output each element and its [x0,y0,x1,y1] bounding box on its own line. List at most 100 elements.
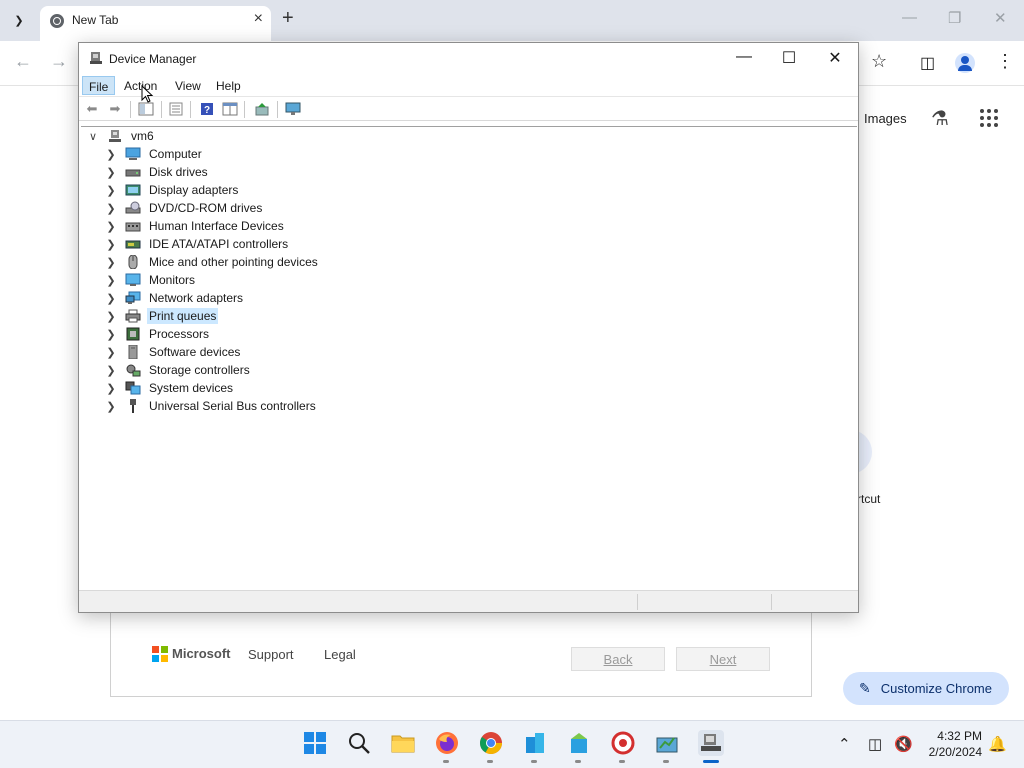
toolbar-update-driver-icon[interactable] [253,101,271,117]
dm-titlebar[interactable]: Device Manager — ☐ ✕ [79,43,858,74]
bookmark-star-icon[interactable]: ☆ [871,51,887,72]
tree-item-label-selected: Print queues [147,308,219,324]
expand-chevron-icon[interactable]: ❯ [105,202,117,215]
pencil-icon: ✎ [859,680,871,696]
taskbar-clock[interactable]: 4:32 PM 2/20/2024 [920,728,982,760]
expand-chevron-icon[interactable]: ❯ [105,256,117,269]
browser-minimize-button[interactable]: — [902,9,917,26]
expand-chevron-icon[interactable]: ❯ [105,184,117,197]
file-explorer-icon[interactable] [390,730,416,756]
apps-grid-icon[interactable] [980,109,998,127]
toolbar-scan-hardware-icon[interactable] [284,101,302,117]
expand-chevron-icon[interactable]: ❯ [105,382,117,395]
dm-close-button[interactable]: ✕ [820,48,850,68]
system-device-icon [125,381,141,395]
dm-maximize-button[interactable]: ☐ [774,48,804,68]
toolbar-action-pane-icon[interactable] [221,101,239,117]
support-link[interactable]: Support [248,647,294,662]
toolbar-help-icon[interactable]: ? [198,101,216,117]
tree-item-storage-controllers[interactable]: ❯ Storage controllers [105,361,252,379]
collapse-chevron-icon[interactable]: ∨ [87,130,99,143]
menu-kebab-icon[interactable]: ⋮ [996,51,1014,72]
tree-item-software-devices[interactable]: ❯ Software devices [105,343,242,361]
expand-chevron-icon[interactable]: ❯ [105,238,117,251]
tree-item-label: Software devices [149,345,241,359]
dm-status-bar [79,590,858,612]
hid-keyboard-icon [125,219,141,233]
toolbar-properties-icon[interactable] [167,101,185,117]
profile-avatar-icon[interactable] [955,53,975,73]
expand-chevron-icon[interactable]: ❯ [105,148,117,161]
tree-item-display-adapters[interactable]: ❯ Display adapters [105,181,240,199]
device-manager-app-icon [90,52,102,64]
expand-chevron-icon[interactable]: ❯ [105,220,117,233]
browser-close-button[interactable]: ✕ [994,9,1007,27]
tree-item-processors[interactable]: ❯ Processors [105,325,211,343]
volume-muted-icon[interactable]: 🔇 [894,735,913,753]
menu-file[interactable]: File [82,76,116,95]
chrome-icon[interactable] [478,730,504,756]
tree-item-dvd-drives[interactable]: ❯ DVD/CD-ROM drives [105,199,264,217]
expand-chevron-icon[interactable]: ❯ [105,328,117,341]
back-button[interactable]: Back [571,647,665,671]
tree-root-label: vm6 [131,129,154,143]
tree-item-label: Display adapters [149,183,239,197]
customize-chrome-button[interactable]: ✎ Customize Chrome [843,672,1009,705]
back-arrow-icon[interactable]: ← [14,51,32,72]
close-tab-icon[interactable]: × [254,10,263,28]
expand-chevron-icon[interactable]: ❯ [105,292,117,305]
expand-chevron-icon[interactable]: ❯ [105,166,117,179]
expand-chevron-icon[interactable]: ❯ [105,274,117,287]
menu-view[interactable]: View [169,76,207,95]
tree-item-computer[interactable]: ❯ Computer [105,145,204,163]
app-red-circle-indicator [619,760,625,763]
printer-icon [125,309,141,323]
app-blue-cubes-icon[interactable] [522,730,548,756]
tree-item-hid[interactable]: ❯ Human Interface Devices [105,217,286,235]
tree-item-label: Universal Serial Bus controllers [149,399,316,413]
device-manager-taskbar-icon[interactable] [698,730,724,756]
search-icon[interactable] [346,730,372,756]
tree-item-monitors[interactable]: ❯ Monitors [105,271,197,289]
tree-item-network-adapters[interactable]: ❯ Network adapters [105,289,245,307]
tab-new-tab[interactable]: New Tab × [40,6,271,41]
toolbar-forward-icon[interactable]: ➡ [106,101,124,117]
forward-arrow-icon[interactable]: → [50,51,68,72]
images-link[interactable]: Images [864,111,907,126]
app-green-blue-icon[interactable] [566,730,592,756]
tree-item-ide-controllers[interactable]: ❯ IDE ATA/ATAPI controllers [105,235,290,253]
new-tab-button[interactable]: + [282,7,294,30]
dm-menubar: File Action View Help [79,74,858,96]
tab-title: New Tab [72,13,119,27]
legal-link[interactable]: Legal [324,647,356,662]
tree-item-usb-controllers[interactable]: ❯ Universal Serial Bus controllers [105,397,318,415]
expand-chevron-icon[interactable]: ❯ [105,400,117,413]
tree-root-row[interactable]: ∨ vm6 [87,127,156,145]
menu-help[interactable]: Help [210,76,247,95]
tree-item-label: System devices [149,381,234,395]
show-hidden-icons-chevron-icon[interactable]: ⌃ [838,735,851,753]
expand-chevron-icon[interactable]: ❯ [105,364,117,377]
toolbar-back-icon[interactable]: ⬅ [83,101,101,117]
browser-restore-button[interactable]: ❐ [948,9,961,27]
app-monitor-chart-icon[interactable] [654,730,680,756]
tree-item-print-queues[interactable]: ❯ Print queues [105,307,219,325]
tab-search-button[interactable]: ❯ [6,8,32,32]
tree-item-disk-drives[interactable]: ❯ Disk drives [105,163,210,181]
computer-root-icon [107,129,123,143]
expand-chevron-icon[interactable]: ❯ [105,310,117,323]
chrome-favicon-icon [50,14,64,28]
tree-item-system-devices[interactable]: ❯ System devices [105,379,235,397]
expand-chevron-icon[interactable]: ❯ [105,346,117,359]
firefox-icon[interactable] [434,730,460,756]
network-icon[interactable]: ◫ [868,735,882,753]
notification-bell-icon[interactable]: 🔔 [988,735,1007,753]
dm-minimize-button[interactable]: — [729,48,759,66]
app-red-circle-icon[interactable] [610,730,636,756]
start-windows-icon[interactable] [302,730,328,756]
labs-flask-icon[interactable]: ⚗ [931,106,949,131]
side-panel-icon[interactable]: ◫ [920,53,935,73]
tree-item-label: Computer [149,147,202,161]
next-button[interactable]: Next [676,647,770,671]
tree-item-mice[interactable]: ❯ Mice and other pointing devices [105,253,320,271]
